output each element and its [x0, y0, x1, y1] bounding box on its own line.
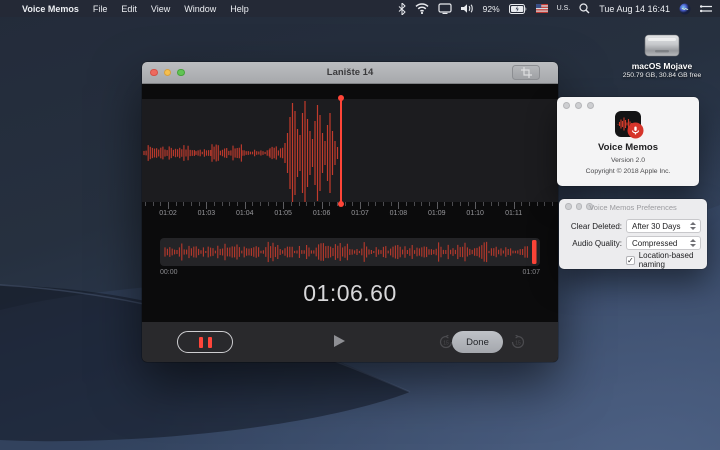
location-naming-row: ✓ Location-based naming — [626, 251, 707, 269]
pause-icon — [199, 337, 203, 348]
zoom-button[interactable] — [177, 69, 185, 77]
desktop-disk-icon[interactable]: macOS Mojave 250.79 GB, 30.84 GB free — [614, 33, 710, 79]
location-naming-label: Location-based naming — [639, 251, 707, 269]
zoomed-waveform[interactable] — [142, 99, 558, 202]
ruler-label: 01:06 — [307, 210, 337, 217]
battery-percent: 92% — [483, 4, 500, 14]
disk-info: 250.79 GB, 30.84 GB free — [614, 72, 710, 79]
menu-clock[interactable]: Tue Aug 14 16:41 — [599, 4, 670, 14]
siri-icon[interactable] — [679, 3, 691, 15]
done-button[interactable]: Done — [452, 331, 503, 353]
overview-end-time: 01:07 — [522, 269, 540, 276]
battery-icon[interactable] — [509, 4, 527, 14]
play-button[interactable] — [334, 335, 345, 347]
about-window-controls — [563, 102, 594, 109]
svg-text:15: 15 — [443, 340, 449, 346]
skip-back-15-icon[interactable]: 15 — [439, 335, 453, 349]
ruler-label: 01:10 — [460, 210, 490, 217]
about-copyright: Copyright © 2018 Apple Inc. — [557, 168, 699, 175]
overview-start-time: 00:00 — [160, 269, 178, 276]
ruler-label: 01:11 — [499, 210, 529, 217]
stepper-icon — [689, 239, 700, 247]
control-bar: 15 15 Done — [142, 322, 558, 362]
volume-icon[interactable] — [461, 3, 474, 14]
wifi-icon[interactable] — [415, 3, 429, 14]
menu-status-area: 92% U.S. Tue Aug 14 16:41 — [398, 3, 720, 15]
clear-deleted-popup[interactable]: After 30 Days — [626, 219, 701, 233]
clear-deleted-label: Clear Deleted: — [559, 222, 622, 231]
playhead[interactable] — [340, 97, 342, 204]
elapsed-time: 01:06.60 — [142, 280, 558, 307]
playhead-top-handle[interactable] — [338, 95, 344, 101]
stepper-icon — [689, 222, 700, 230]
ruler-label: 01:02 — [153, 210, 183, 217]
clear-deleted-value: After 30 Days — [627, 222, 689, 231]
preferences-title: Voice Memos Preferences — [559, 203, 707, 212]
pause-button[interactable] — [177, 331, 233, 353]
minimize-button[interactable] — [575, 102, 582, 109]
close-button[interactable] — [150, 69, 158, 77]
about-version: Version 2.0 — [557, 157, 699, 164]
voice-memos-recorder-window: Lanište 14 01:0201:0301:0401:0501:0601:0… — [142, 62, 558, 362]
spotlight-icon[interactable] — [579, 3, 590, 14]
bluetooth-icon[interactable] — [398, 3, 406, 15]
clear-deleted-row: Clear Deleted: After 30 Days — [559, 219, 707, 233]
menu-view[interactable]: View — [151, 4, 170, 14]
recorder-titlebar[interactable]: Lanište 14 — [142, 62, 558, 84]
skip-forward-15-icon[interactable]: 15 — [511, 335, 525, 349]
audio-quality-popup[interactable]: Compressed — [626, 236, 701, 250]
svg-text:15: 15 — [515, 340, 521, 346]
menu-bar: Voice Memos File Edit View Window Help 92% — [0, 0, 720, 17]
about-app-name: Voice Memos — [557, 142, 699, 153]
preferences-window: Voice Memos Preferences Clear Deleted: A… — [559, 199, 707, 269]
hard-drive-icon — [643, 33, 681, 58]
menu-edit[interactable]: Edit — [121, 4, 137, 14]
zoom-button[interactable] — [587, 102, 594, 109]
disk-label: macOS Mojave — [614, 61, 710, 71]
ruler-label: 01:04 — [230, 210, 260, 217]
ruler-label: 01:05 — [268, 210, 298, 217]
about-voice-memos-window: Voice Memos Version 2.0 Copyright © 2018… — [557, 97, 699, 186]
location-naming-checkbox[interactable]: ✓ — [626, 256, 635, 265]
menu-window[interactable]: Window — [184, 4, 216, 14]
us-flag-icon[interactable] — [536, 4, 548, 13]
audio-quality-row: Audio Quality: Compressed — [559, 236, 707, 250]
audio-quality-value: Compressed — [627, 239, 689, 248]
voice-memos-app-icon — [614, 110, 642, 138]
ruler-label: 01:09 — [422, 210, 452, 217]
ruler-label: 01:07 — [345, 210, 375, 217]
minimize-button[interactable] — [164, 69, 172, 77]
trim-icon — [521, 67, 532, 78]
close-button[interactable] — [563, 102, 570, 109]
menu-app-name[interactable]: Voice Memos — [22, 4, 79, 14]
notification-center-icon[interactable] — [700, 4, 712, 14]
menu-file[interactable]: File — [93, 4, 108, 14]
recording-title: Lanište 14 — [142, 67, 558, 78]
playhead-bottom-handle[interactable] — [338, 201, 344, 207]
trim-button[interactable] — [512, 65, 540, 80]
recorder-content: 01:02 01:03 01:04 01:05 01:06 01:07 01:08 01:09… — [142, 84, 558, 362]
menu-items: File Edit View Window Help — [93, 4, 263, 14]
ruler-label: 01:03 — [191, 210, 221, 217]
menu-help[interactable]: Help — [230, 4, 249, 14]
time-ruler[interactable]: 01:02 01:03 01:04 01:05 01:06 01:07 01:08 01:09… — [142, 202, 558, 228]
overview-waveform[interactable] — [160, 238, 540, 266]
ruler-label: 01:08 — [383, 210, 413, 217]
input-source-label: U.S. — [557, 5, 571, 12]
display-mirroring-icon[interactable] — [438, 3, 452, 14]
audio-quality-label: Audio Quality: — [559, 239, 622, 248]
preferences-titlebar[interactable]: Voice Memos Preferences — [559, 199, 707, 212]
